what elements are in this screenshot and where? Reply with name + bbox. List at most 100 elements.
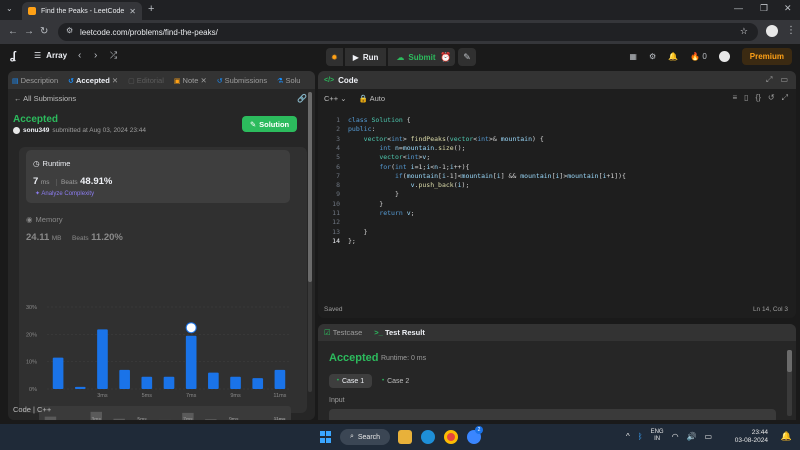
code-line[interactable]: 11 return v; bbox=[318, 209, 796, 218]
bluetooth-icon[interactable]: ᛒ bbox=[638, 432, 643, 441]
language-select[interactable]: C++ ⌄ bbox=[324, 94, 347, 103]
browser-menu-icon[interactable]: ⋮ bbox=[786, 25, 796, 36]
profile-avatar-icon[interactable] bbox=[766, 25, 778, 37]
code-line[interactable]: 4 int n=mountain.size(); bbox=[318, 144, 796, 153]
code-line[interactable]: 7 if(mountain[i-1]<mountain[i] && mounta… bbox=[318, 172, 796, 181]
shuffle-icon[interactable]: ⤮ bbox=[110, 50, 117, 61]
maximize-icon[interactable]: ❐ bbox=[760, 3, 768, 14]
case-2-tab[interactable]: • Case 2 bbox=[382, 374, 409, 388]
file-explorer-icon[interactable] bbox=[398, 430, 412, 444]
minimize-panel-icon[interactable]: ▭ bbox=[780, 75, 788, 85]
expand-icon[interactable]: ⤢ bbox=[766, 75, 772, 85]
notification-bell-icon[interactable]: 🔔 bbox=[781, 431, 792, 442]
wifi-icon[interactable]: ◠ bbox=[672, 432, 679, 441]
test-runtime: Runtime: 0 ms bbox=[381, 355, 427, 362]
save-status: Saved bbox=[324, 306, 343, 313]
new-tab-icon[interactable]: + bbox=[148, 3, 154, 15]
left-footer[interactable]: Code | C++ bbox=[13, 405, 51, 414]
test-scrollbar-thumb[interactable] bbox=[787, 350, 792, 372]
run-button[interactable]: ▶ Run bbox=[344, 48, 387, 66]
solution-button[interactable]: ✎ Solution bbox=[242, 116, 297, 132]
format-icon[interactable]: ≡ bbox=[732, 93, 737, 103]
runtime-card[interactable]: ◷ Runtime 7 ms Beats 48.91% ✦ Analyze Co… bbox=[26, 150, 290, 203]
chart-bar bbox=[141, 376, 153, 389]
input-value-box[interactable] bbox=[329, 409, 776, 420]
bookmark-star-icon[interactable]: ☆ bbox=[740, 26, 748, 37]
language-indicator[interactable]: ENG IN bbox=[651, 429, 664, 443]
minimize-icon[interactable]: — bbox=[734, 3, 743, 13]
battery-icon[interactable]: ▭ bbox=[705, 432, 713, 441]
mode-select[interactable]: 🔒 Auto bbox=[359, 94, 385, 103]
code-line[interactable]: 6 for(int i=1;i<n-1;i++){ bbox=[318, 163, 796, 172]
analyze-complexity-link[interactable]: ✦ Analyze Complexity bbox=[35, 190, 94, 197]
windows-start-icon[interactable] bbox=[320, 431, 332, 443]
code-line[interactable]: 5 vector<int>v; bbox=[318, 153, 796, 162]
runtime-distribution-chart[interactable]: 30% 20% 10% 0% 3ms 5ms 7ms 9ms 11ms 3ms 5ms 7ms 9ms 1… bbox=[19, 257, 307, 420]
code-line[interactable]: 12 bbox=[318, 218, 796, 227]
code-line[interactable]: 13 } bbox=[318, 228, 796, 237]
braces-icon[interactable]: {} bbox=[756, 93, 761, 103]
code-text: class Solution { bbox=[348, 116, 411, 124]
tab-search-icon[interactable]: ⌄ bbox=[6, 4, 13, 13]
code-line[interactable]: 8 v.push_back(i); bbox=[318, 181, 796, 190]
debug-button[interactable]: ✹ bbox=[326, 48, 343, 66]
timer-icon[interactable]: ⏰ bbox=[437, 48, 455, 66]
tab-close-icon[interactable]: ✕ bbox=[112, 76, 118, 85]
notifications-icon[interactable]: 🔔 bbox=[668, 52, 678, 61]
code-line[interactable]: 1 class Solution { bbox=[318, 116, 796, 125]
code-line[interactable]: 14}; bbox=[318, 237, 796, 246]
code-area[interactable]: 1 class Solution {2 public: 3 vector<int> f… bbox=[318, 111, 796, 296]
streak-counter[interactable]: 🔥 0 bbox=[690, 52, 707, 61]
all-submissions-link[interactable]: ← All Submissions bbox=[14, 94, 76, 103]
left-scrollbar-thumb[interactable] bbox=[308, 92, 312, 282]
clock[interactable]: 23:44 03-08-2024 bbox=[735, 429, 768, 445]
tab-accepted[interactable]: ↺ Accepted ✕ bbox=[68, 76, 118, 85]
leetcode-logo-icon[interactable]: ʆ bbox=[10, 50, 22, 64]
edge-icon[interactable] bbox=[421, 430, 435, 444]
back-icon[interactable]: ← bbox=[8, 26, 18, 37]
volume-icon[interactable]: 🔊 bbox=[687, 432, 697, 441]
test-scrollbar[interactable] bbox=[787, 350, 792, 416]
case-1-tab[interactable]: • Case 1 bbox=[329, 374, 372, 388]
tab-note[interactable]: ▣ Note ✕ bbox=[174, 76, 207, 85]
site-info-icon[interactable]: ⚙ bbox=[66, 26, 73, 35]
problem-list-button[interactable]: ☰ Array bbox=[34, 51, 67, 60]
reset-icon[interactable]: ↺ bbox=[768, 93, 775, 103]
terminal-icon: >_ bbox=[374, 328, 383, 337]
taskbar-search[interactable]: ⌕ Search bbox=[340, 429, 390, 445]
prev-problem-icon[interactable]: ‹ bbox=[78, 50, 81, 61]
forward-icon[interactable]: → bbox=[24, 26, 34, 37]
user-avatar[interactable] bbox=[718, 51, 730, 62]
next-problem-icon[interactable]: › bbox=[94, 50, 97, 61]
tab-editorial[interactable]: ▢ Editorial bbox=[128, 76, 164, 85]
code-line[interactable]: 9 } bbox=[318, 190, 796, 199]
tab-close-icon[interactable]: ✕ bbox=[200, 76, 206, 85]
notes-icon[interactable]: ✎ bbox=[458, 48, 476, 66]
code-line[interactable]: 3 vector<int> findPeaks(vector<int>& mou… bbox=[318, 135, 796, 144]
bookmark-icon[interactable]: ▯ bbox=[744, 93, 748, 103]
reload-icon[interactable]: ↻ bbox=[40, 26, 48, 37]
memory-label-row[interactable]: ◉ Memory bbox=[26, 215, 63, 224]
address-bar[interactable]: ⚙ leetcode.com/problems/find-the-peaks/ … bbox=[58, 23, 758, 41]
tab-close-icon[interactable]: ✕ bbox=[129, 7, 136, 16]
share-link-icon[interactable]: 🔗 bbox=[297, 94, 307, 103]
submit-button[interactable]: ☁ Submit bbox=[388, 48, 444, 66]
chart-bar bbox=[274, 369, 286, 389]
settings-icon[interactable]: ⚙ bbox=[649, 52, 656, 61]
browser-tab[interactable]: Find the Peaks - LeetCode ✕ bbox=[22, 2, 142, 20]
window-close-icon[interactable]: ✕ bbox=[784, 3, 792, 14]
chevron-up-icon[interactable]: ^ bbox=[626, 432, 630, 441]
premium-button[interactable]: Premium bbox=[741, 48, 792, 65]
chrome-icon[interactable] bbox=[444, 430, 458, 444]
tab-description[interactable]: ▤ Description bbox=[12, 76, 58, 85]
fullscreen-icon[interactable]: ⤢ bbox=[782, 93, 788, 103]
tab-solutions[interactable]: ⚗ Solu bbox=[277, 76, 300, 85]
tab-submissions[interactable]: ↺ Submissions bbox=[217, 76, 267, 85]
left-scrollbar[interactable] bbox=[308, 92, 312, 392]
code-line[interactable]: 10 } bbox=[318, 200, 796, 209]
tab-testcase[interactable]: ☑ Testcase bbox=[324, 328, 362, 337]
tab-test-result[interactable]: >_ Test Result bbox=[374, 328, 425, 337]
username[interactable]: sonu349 bbox=[23, 127, 49, 134]
code-line[interactable]: 2 public: bbox=[318, 125, 796, 134]
layout-icon[interactable]: ▦ bbox=[629, 52, 637, 61]
